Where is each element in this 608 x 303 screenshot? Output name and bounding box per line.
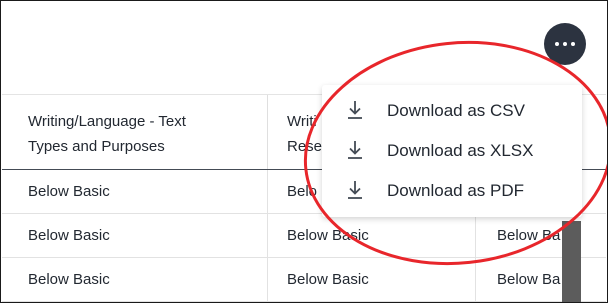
download-icon — [348, 141, 362, 159]
column-divider — [267, 170, 268, 213]
menu-item-download-xlsx[interactable]: Download as XLSX — [322, 131, 582, 171]
table-cell: Below Ba — [497, 271, 561, 288]
download-menu: Download as CSV Download as XLSX Downloa… — [322, 85, 582, 217]
column-divider — [267, 95, 268, 169]
more-horizontal-icon-dot — [571, 42, 575, 46]
column-header-writing-language[interactable]: Writing/Language - Text Types and Purpos… — [28, 95, 268, 169]
table-cell: Below Ba — [497, 227, 561, 244]
table-cell: Below Basic — [287, 227, 369, 244]
download-icon — [348, 181, 362, 199]
table-cell: Below Basic — [287, 271, 369, 288]
table-row: Below Basic Below Basic Below Ba — [2, 258, 606, 302]
column-divider — [267, 258, 268, 301]
scrollbar-thumb[interactable] — [562, 221, 581, 302]
table-row: Below Basic Below Basic Below Ba — [2, 214, 606, 258]
table-cell: Below Basic — [28, 271, 110, 288]
toolbar — [2, 1, 606, 95]
column-divider — [475, 214, 476, 257]
menu-item-label: Download as CSV — [387, 101, 525, 120]
column-header-line: Writing/Language - Text — [28, 113, 186, 130]
table-cell: Below Basic — [28, 183, 110, 200]
download-icon — [348, 101, 362, 119]
menu-item-download-csv[interactable]: Download as CSV — [322, 91, 582, 131]
app-frame: Writing/Language - Text Types and Purpos… — [0, 0, 608, 303]
column-divider — [475, 258, 476, 301]
more-horizontal-icon-dot — [563, 42, 567, 46]
more-horizontal-icon — [555, 42, 559, 46]
more-options-button[interactable] — [544, 23, 586, 65]
table-cell: Below Basic — [28, 227, 110, 244]
menu-item-download-pdf[interactable]: Download as PDF — [322, 171, 582, 211]
menu-item-label: Download as PDF — [387, 181, 525, 200]
column-divider — [267, 214, 268, 257]
menu-item-label: Download as XLSX — [387, 141, 534, 160]
column-header-line: Types and Purposes — [28, 138, 165, 155]
